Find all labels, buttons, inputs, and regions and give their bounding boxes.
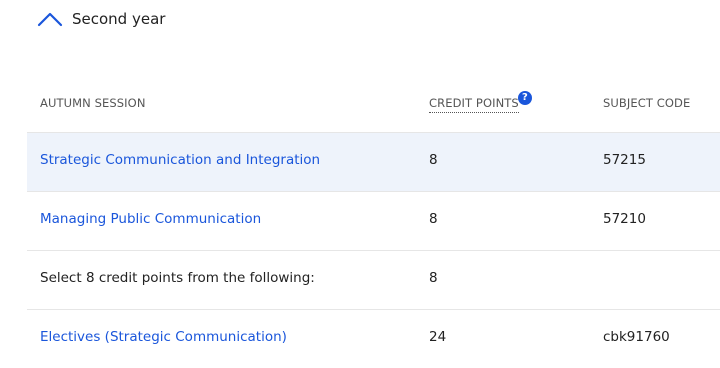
subject-code-value: 57215 (603, 152, 646, 168)
subject-link[interactable]: Managing Public Communication (40, 211, 261, 227)
credit-points-value: 8 (429, 152, 438, 168)
credit-points-value: 8 (429, 211, 438, 227)
table-row: Electives (Strategic Communication) 24 c… (27, 310, 720, 368)
section-toggle-second-year[interactable]: Second year (36, 6, 165, 32)
subject-link[interactable]: Electives (Strategic Communication) (40, 329, 287, 345)
subject-code-value: 57210 (603, 211, 646, 227)
credit-points-value: 8 (429, 270, 438, 286)
selection-instruction: Select 8 credit points from the followin… (40, 270, 315, 286)
credit-points-label: CREDIT POINTS (429, 96, 519, 113)
subject-code-value: cbk91760 (603, 329, 670, 345)
subject-link[interactable]: Strategic Communication and Integration (40, 152, 320, 168)
chevron-up-icon (37, 12, 63, 27)
table-row: Select 8 credit points from the followin… (27, 251, 720, 310)
section-title: Second year (72, 10, 166, 28)
column-header-session: AUTUMN SESSION (40, 96, 146, 110)
table-header: AUTUMN SESSION CREDIT POINTS ? SUBJECT C… (27, 76, 720, 133)
column-header-credit-points: CREDIT POINTS ? (429, 91, 532, 113)
subjects-table: AUTUMN SESSION CREDIT POINTS ? SUBJECT C… (27, 76, 720, 368)
help-icon[interactable]: ? (518, 91, 532, 105)
table-row: Managing Public Communication 8 57210 (27, 192, 720, 251)
column-header-subject-code: SUBJECT CODE (603, 96, 691, 110)
credit-points-value: 24 (429, 329, 447, 345)
table-row: Strategic Communication and Integration … (27, 133, 720, 192)
